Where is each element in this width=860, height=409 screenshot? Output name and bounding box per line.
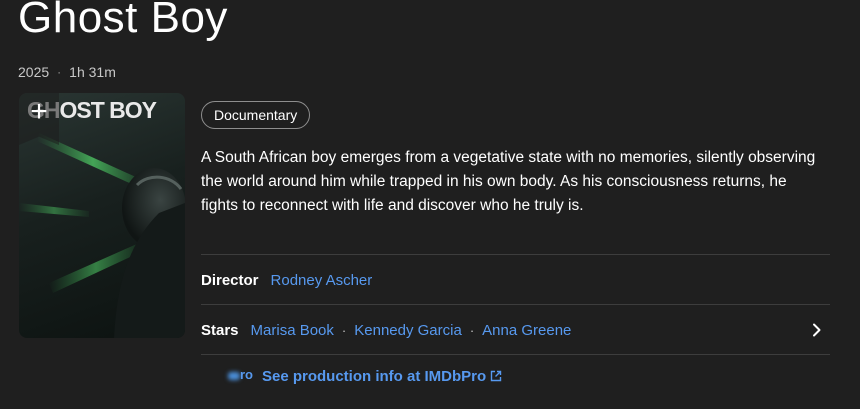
star-link[interactable]: Marisa Book bbox=[251, 322, 334, 339]
imdbpro-logo: ro bbox=[228, 366, 258, 386]
genre-chip-documentary[interactable]: Documentary bbox=[201, 101, 311, 129]
runtime: 1h 31m bbox=[69, 64, 116, 80]
imdbpro-link-label[interactable]: See production info at IMDbPro bbox=[262, 368, 486, 385]
meta-separator: · bbox=[57, 65, 62, 79]
plot-summary: A South African boy emerges from a veget… bbox=[201, 149, 816, 214]
title-meta: 2025 · 1h 31m bbox=[18, 64, 116, 80]
director-link[interactable]: Rodney Ascher bbox=[271, 272, 373, 289]
director-row: Director Rodney Ascher bbox=[201, 255, 830, 305]
stars-label: Stars bbox=[201, 321, 239, 339]
page-title: Ghost Boy bbox=[18, 0, 228, 42]
release-year[interactable]: 2025 bbox=[18, 64, 49, 80]
stars-row[interactable]: Stars Marisa Book · Kennedy Garcia · Ann… bbox=[201, 305, 830, 355]
divider bbox=[201, 354, 830, 355]
star-separator: · bbox=[341, 322, 347, 338]
star-link[interactable]: Anna Greene bbox=[482, 322, 571, 339]
poster[interactable]: GHOST BOY + bbox=[19, 93, 185, 338]
chevron-right-icon[interactable] bbox=[810, 323, 824, 337]
star-link[interactable]: Kennedy Garcia bbox=[354, 322, 462, 339]
director-label: Director bbox=[201, 271, 259, 289]
imdbpro-link[interactable]: ro See production info at IMDbPro bbox=[228, 366, 502, 386]
star-separator: · bbox=[469, 322, 475, 338]
imdbpro-logo-text: ro bbox=[240, 367, 253, 382]
external-link-icon bbox=[490, 370, 502, 382]
